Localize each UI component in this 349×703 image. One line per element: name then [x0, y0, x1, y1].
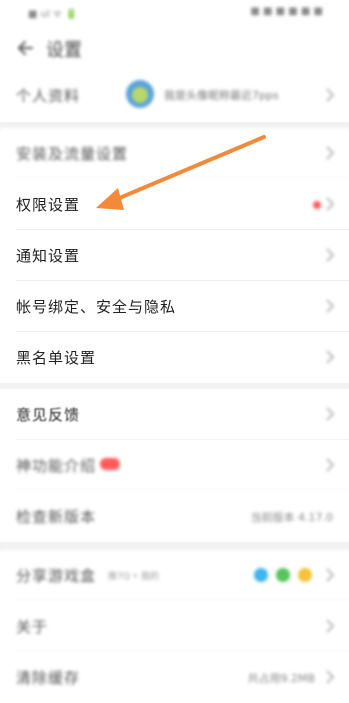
cache-value: 共占用9.2MB	[247, 672, 315, 685]
settings-item-clear-cache[interactable]: 清除缓存 共占用9.2MB	[0, 652, 349, 703]
row-label: 关于	[16, 618, 49, 636]
row-label: 黑名单设置	[16, 349, 97, 367]
row-label: 通知设置	[16, 247, 81, 265]
new-dot-badge	[313, 201, 321, 209]
back-arrow-icon[interactable]	[16, 38, 36, 58]
status-left: ■ ul ᯤ 🔋	[28, 9, 78, 20]
row-label: 分享游戏盒	[16, 567, 97, 585]
settings-item-check-update[interactable]: 检查新版本 当前版本 4.17.0	[0, 491, 349, 542]
profile-row[interactable]: 个人资料 我是头像昵称最近7pps	[0, 70, 349, 122]
chevron-right-icon	[326, 458, 335, 472]
chevron-right-icon	[326, 670, 335, 684]
settings-item-feature-intro[interactable]: 神功能介绍	[0, 440, 349, 491]
row-label: 安装及流量设置	[16, 145, 129, 163]
status-bar: ■ ul ᯤ 🔋 ■ ■ ■ ■ ■ ■	[0, 0, 349, 24]
chevron-right-icon	[326, 248, 335, 262]
chevron-right-icon	[326, 88, 335, 102]
row-label: 检查新版本	[16, 508, 97, 526]
status-right: ■ ■ ■ ■ ■ ■	[250, 6, 323, 17]
profile-name: 我是头像昵称最近7pps	[164, 89, 279, 102]
share-subtitle: 推7Q • 我的	[108, 572, 159, 582]
share-icon-blue	[254, 568, 268, 582]
page-title: 设置	[46, 40, 82, 61]
row-label: 清除缓存	[16, 669, 81, 687]
row-label: 权限设置	[16, 196, 81, 214]
share-icon-green	[276, 568, 290, 582]
settings-item-notifications[interactable]: 通知设置	[0, 230, 349, 281]
top-bar: 设置	[0, 28, 349, 68]
settings-item-permissions[interactable]: 权限设置	[0, 179, 349, 230]
row-label: 帐号绑定、安全与隐私	[16, 298, 177, 316]
settings-item-account-security[interactable]: 帐号绑定、安全与隐私	[0, 281, 349, 332]
settings-item-share[interactable]: 分享游戏盒 推7Q • 我的	[0, 550, 349, 601]
chevron-right-icon	[326, 146, 335, 160]
share-icons	[254, 566, 324, 584]
profile-label: 个人资料	[16, 87, 81, 105]
new-badge	[100, 458, 120, 470]
avatar	[126, 80, 154, 108]
settings-item-install-traffic[interactable]: 安装及流量设置	[0, 128, 349, 179]
settings-screen: ■ ul ᯤ 🔋 ■ ■ ■ ■ ■ ■ 设置 个人资料 我是头像昵称最近7pp…	[0, 0, 349, 703]
chevron-right-icon	[326, 197, 335, 211]
settings-item-feedback[interactable]: 意见反馈	[0, 389, 349, 440]
version-value: 当前版本 4.17.0	[250, 511, 333, 524]
share-icon-yellow	[298, 568, 312, 582]
chevron-right-icon	[326, 568, 335, 582]
chevron-right-icon	[326, 619, 335, 633]
chevron-right-icon	[326, 350, 335, 364]
settings-item-blacklist[interactable]: 黑名单设置	[0, 332, 349, 383]
settings-item-about[interactable]: 关于	[0, 601, 349, 652]
row-label: 意见反馈	[16, 406, 81, 424]
chevron-right-icon	[326, 407, 335, 421]
row-label: 神功能介绍	[16, 457, 97, 475]
chevron-right-icon	[326, 299, 335, 313]
